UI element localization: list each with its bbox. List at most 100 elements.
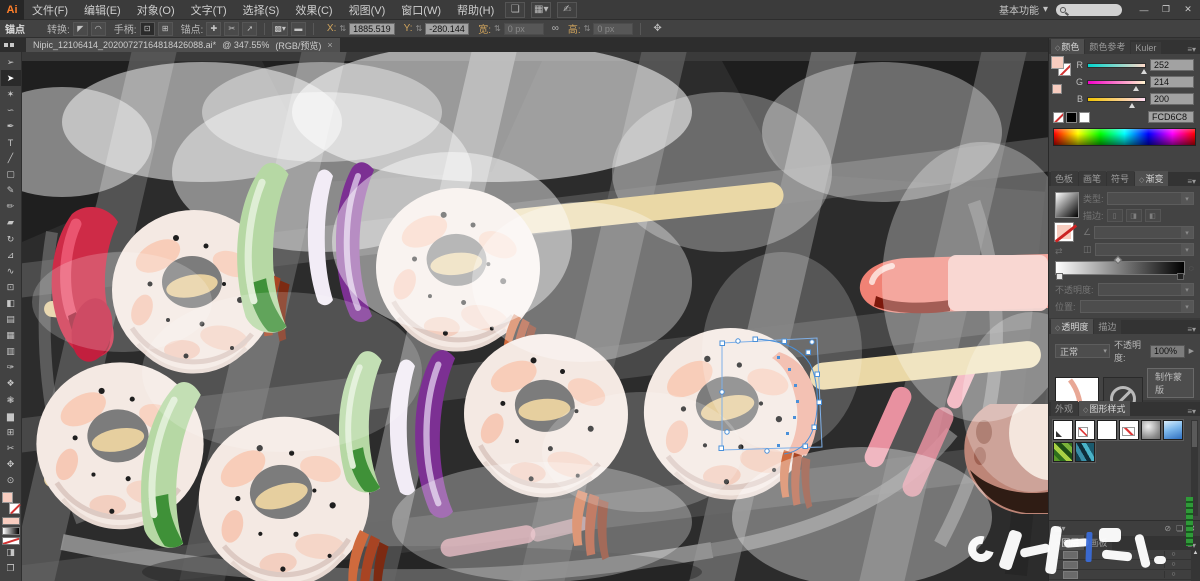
slice-tool[interactable]: ✂ <box>1 440 21 456</box>
slider-thumb[interactable] <box>1141 68 1148 74</box>
gradient-location-field[interactable]: ▾ <box>1079 300 1194 313</box>
gradient-midpoint[interactable] <box>1113 255 1122 265</box>
menu-item-0[interactable]: 文件(F) <box>24 0 76 20</box>
isolate-mask-icon[interactable]: ▩ ▾ <box>272 21 288 36</box>
workspace-switcher[interactable]: 基本功能 ▾ <box>991 2 1056 17</box>
bridge-icon[interactable]: ❏ <box>505 1 526 18</box>
gradient-stop-left[interactable] <box>1056 273 1063 280</box>
hide-handles-icon[interactable]: ⊞ <box>157 21 173 36</box>
hex-field[interactable]: FCD6C8 <box>1148 111 1194 123</box>
column-graph-tool[interactable]: ▆ <box>1 408 21 424</box>
swatch-group-menu-icon[interactable]: ≡▾ <box>1183 177 1200 186</box>
layer-target-icon[interactable]: ○ <box>1164 571 1182 578</box>
share-screen-icon[interactable]: ✍ <box>557 1 578 18</box>
remove-anchor-icon[interactable]: ✂ <box>224 21 240 36</box>
connect-anchor-icon[interactable]: ➚ <box>242 21 258 36</box>
stroke-along-icon[interactable]: ◨ <box>1125 209 1142 222</box>
swatch-group-tab-0[interactable]: 色板 <box>1051 171 1079 186</box>
rectangle-tool[interactable]: ▢ <box>1 167 21 183</box>
gradient-mode-button[interactable] <box>1 526 20 535</box>
height-stepper[interactable]: ⇅ <box>584 24 591 33</box>
app-logo[interactable]: Ai <box>0 0 24 20</box>
black-swatch[interactable] <box>1066 111 1077 123</box>
arrange-documents-icon[interactable]: ▦▾ <box>531 1 552 18</box>
channel-slider[interactable] <box>1087 96 1146 108</box>
gradient-thumbnail[interactable] <box>1055 192 1079 218</box>
layers-tab-0[interactable]: ◇图层 <box>1051 535 1085 550</box>
mesh-tool[interactable]: ▦ <box>1 328 21 344</box>
x-stepper[interactable]: ⇅ <box>339 24 346 33</box>
slider-thumb[interactable] <box>1129 102 1136 108</box>
transform-icon[interactable]: ✥ <box>653 23 661 34</box>
swatch-group-tab-2[interactable]: 符号 <box>1107 171 1135 186</box>
menu-item-7[interactable]: 窗口(W) <box>393 0 449 20</box>
gradient-stop-right[interactable] <box>1176 273 1184 280</box>
blue-gradient-style[interactable] <box>1162 419 1184 441</box>
no-fill-style[interactable] <box>1074 419 1096 441</box>
style-libraries-icon[interactable]: ▤▾ <box>1054 524 1066 533</box>
y-stepper[interactable]: ⇅ <box>416 24 423 33</box>
pencil-tool[interactable]: ✏ <box>1 199 21 215</box>
width-tool[interactable]: ∿ <box>1 263 21 279</box>
swatch-group-tab-1[interactable]: 画笔 <box>1079 171 1107 186</box>
layers-tab-1[interactable]: 画板 <box>1085 535 1113 550</box>
opacity-field[interactable]: 100% <box>1149 344 1185 358</box>
width-stepper[interactable]: ⇅ <box>494 24 501 33</box>
close-document-icon[interactable]: × <box>327 40 332 50</box>
white-swatch[interactable] <box>1079 111 1090 123</box>
draw-mode-button[interactable]: ◨ <box>1 545 21 561</box>
rotate-tool[interactable]: ↻ <box>1 231 21 247</box>
channel-value-field[interactable]: 214 <box>1150 76 1194 88</box>
layers-scrollbar[interactable]: ▲ <box>1191 550 1200 581</box>
scroll-up-icon[interactable]: ▲ <box>1193 550 1199 556</box>
menu-item-5[interactable]: 效果(C) <box>287 0 340 20</box>
green-texture-style[interactable] <box>1052 441 1074 463</box>
gray-sphere-style[interactable] <box>1140 419 1162 441</box>
blend-mode-dropdown[interactable]: 正常 ▾ <box>1055 344 1110 358</box>
styles-tab-0[interactable]: 外观 <box>1051 401 1079 416</box>
add-anchor-icon[interactable]: ✚ <box>206 21 222 36</box>
menu-item-1[interactable]: 编辑(E) <box>76 0 129 20</box>
screen-mode-button[interactable]: ❐ <box>1 561 21 577</box>
channel-slider[interactable] <box>1087 62 1148 74</box>
height-field[interactable]: 0 px <box>593 22 634 35</box>
default-style[interactable] <box>1052 419 1074 441</box>
menu-item-8[interactable]: 帮助(H) <box>449 0 502 20</box>
line-segment-tool[interactable]: ╱ <box>1 151 21 167</box>
stroke-line-icon[interactable]: ▬ <box>290 21 306 36</box>
make-mask-button[interactable]: 制作蒙版 <box>1146 368 1194 398</box>
break-link-style-icon[interactable]: ⊘ <box>1164 524 1171 533</box>
y-field[interactable]: -280.144 <box>425 22 470 35</box>
zoom-tool[interactable]: ⊙ <box>1 472 21 488</box>
color-proxy[interactable] <box>1049 54 1073 102</box>
hand-tool[interactable]: ✥ <box>1 456 21 472</box>
transparency-menu-icon[interactable]: ≡▾ <box>1183 325 1200 334</box>
transparency-tab-0[interactable]: ◇透明度 <box>1051 319 1094 334</box>
gradient-angle-field[interactable]: ▾ <box>1094 226 1194 239</box>
gradient-opacity-field[interactable]: ▾ <box>1097 283 1194 296</box>
channel-value-field[interactable]: 252 <box>1150 59 1194 71</box>
color-tab-0[interactable]: ◇颜色 <box>1051 39 1085 54</box>
magic-wand-tool[interactable]: ✶ <box>1 86 21 102</box>
reverse-gradient-icon[interactable]: ⇄ <box>1055 246 1083 257</box>
swatch-group-tab-3[interactable]: ◇渐变 <box>1135 171 1169 186</box>
styles-tab-1[interactable]: ◇图形样式 <box>1079 401 1131 416</box>
x-field[interactable]: 1885.519 <box>349 22 395 35</box>
fill-swatch[interactable] <box>1 491 13 503</box>
direct-selection-tool[interactable]: ➤ <box>0 70 21 87</box>
symbol-sprayer-tool[interactable]: ❃ <box>1 392 21 408</box>
layer-row[interactable]: ○ <box>1049 570 1200 580</box>
artboard-tool[interactable]: ⊞ <box>1 424 21 440</box>
new-style-icon[interactable]: ❏ <box>1176 524 1183 533</box>
transparency-tab-1[interactable]: 描边 <box>1094 319 1122 334</box>
layer-target-icon[interactable]: ○ <box>1164 561 1182 568</box>
none-mode-button[interactable] <box>1 536 20 545</box>
fill-proxy[interactable] <box>1051 56 1064 69</box>
convert-to-smooth-icon[interactable]: ◠ <box>90 21 106 36</box>
eyedropper-tool[interactable]: ✑ <box>1 360 21 376</box>
blend-tool[interactable]: ❖ <box>1 376 21 392</box>
layer-row[interactable]: ○ <box>1049 550 1200 560</box>
gradient-aspect-field[interactable]: ▾ <box>1094 243 1194 256</box>
gradient-slider[interactable] <box>1055 255 1185 280</box>
color-tab-2[interactable]: Kuler <box>1131 42 1162 54</box>
